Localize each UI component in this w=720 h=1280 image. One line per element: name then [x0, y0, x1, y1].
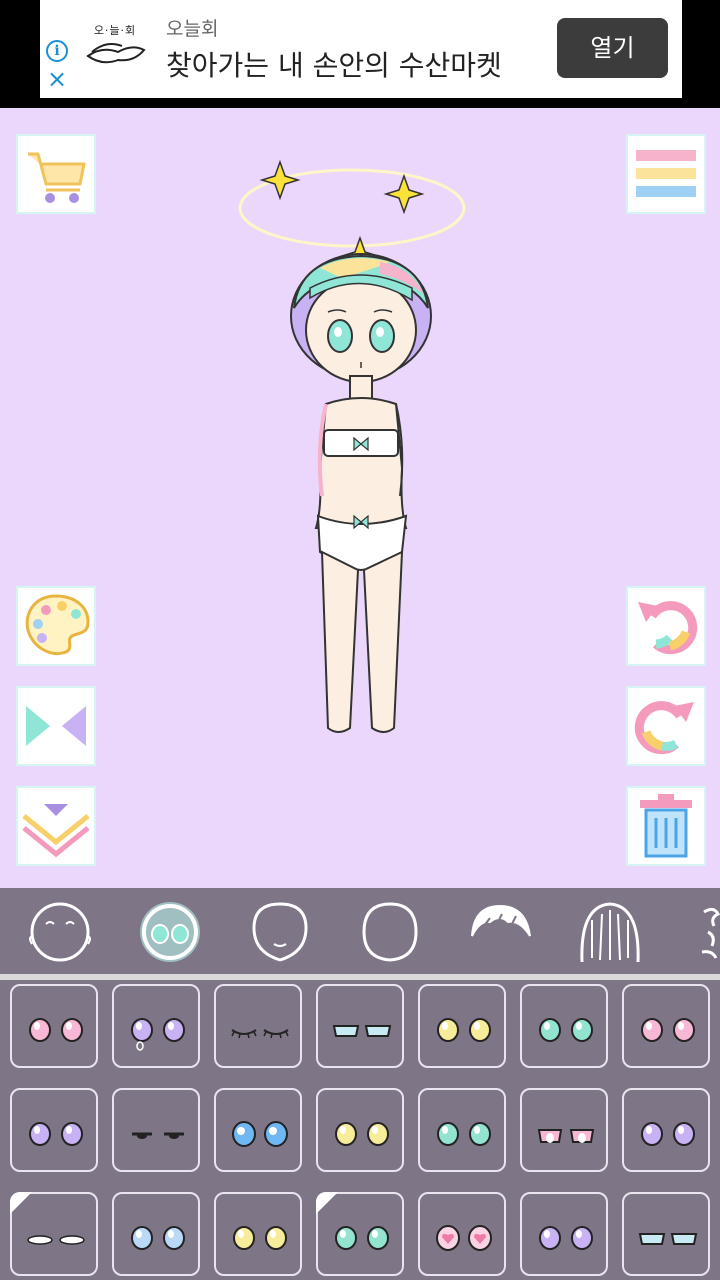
category-bangs[interactable]: [460, 892, 540, 970]
eye-style-icon: [437, 1018, 491, 1042]
eye-item[interactable]: [214, 1192, 302, 1276]
eye-item[interactable]: [112, 984, 200, 1068]
close-icon[interactable]: ×: [46, 67, 68, 91]
ad-banner[interactable]: i × 오·늘·회 오늘회 찾아가는 내 손안의 수산마켓 열기: [40, 0, 682, 98]
eye-item[interactable]: [418, 984, 506, 1068]
eye-item[interactable]: [316, 1192, 404, 1276]
eye-item[interactable]: [520, 1192, 608, 1276]
eye-style-icon: [232, 1121, 288, 1147]
color-palette-button[interactable]: [16, 586, 96, 666]
eye-item[interactable]: [622, 1192, 710, 1276]
eye-item[interactable]: [10, 1192, 98, 1276]
redo-button[interactable]: [626, 686, 706, 766]
eye-style-icon: [231, 1029, 289, 1039]
category-face-shape[interactable]: [240, 892, 320, 970]
eye-item[interactable]: [316, 984, 404, 1068]
eye-style-icon: [27, 1235, 85, 1245]
menu-button[interactable]: [626, 134, 706, 214]
eye-style-icon: [437, 1122, 491, 1146]
eye-item[interactable]: [520, 1088, 608, 1172]
eye-item[interactable]: [622, 984, 710, 1068]
flip-icon: [26, 696, 86, 756]
menu-icon: [636, 150, 696, 197]
app-screen: i × 오·늘·회 오늘회 찾아가는 내 손안의 수산마켓 열기: [0, 0, 720, 1280]
eye-style-icon: [132, 1132, 184, 1139]
redo-icon: [634, 701, 694, 755]
collapse-icon: [22, 804, 90, 858]
eye-style-icon: [29, 1018, 83, 1042]
ad-logo-text: 오·늘·회: [93, 24, 137, 37]
eye-item[interactable]: [418, 1088, 506, 1172]
eye-style-icon: [335, 1122, 389, 1146]
eye-item[interactable]: [214, 984, 302, 1068]
undo-icon: [638, 601, 698, 655]
eye-item[interactable]: [10, 984, 98, 1068]
eye-item[interactable]: [112, 1192, 200, 1276]
category-face-base[interactable]: [20, 892, 100, 970]
ad-open-button[interactable]: 열기: [557, 18, 668, 78]
eye-style-icon: [539, 1226, 593, 1250]
eye-item[interactable]: [418, 1192, 506, 1276]
category-accessory[interactable]: [690, 892, 720, 970]
eye-item[interactable]: [214, 1088, 302, 1172]
eye-style-icon: [641, 1122, 695, 1146]
undo-button[interactable]: [626, 586, 706, 666]
eye-style-icon: [131, 1018, 185, 1051]
shop-button[interactable]: [16, 134, 96, 214]
category-bar: [0, 888, 720, 974]
category-hair[interactable]: [570, 892, 650, 970]
ad-brand: 오늘회: [166, 18, 219, 40]
eye-style-icon: [332, 1025, 392, 1037]
eye-style-icon: [641, 1018, 695, 1042]
character-doll: [238, 159, 466, 733]
item-grid: [0, 980, 720, 1280]
eye-style-icon: [233, 1226, 287, 1250]
eye-style-icon: [131, 1226, 185, 1250]
ad-headline: 찾아가는 내 손안의 수산마켓: [166, 49, 502, 82]
info-icon[interactable]: i: [46, 40, 68, 62]
shopping-cart-icon: [28, 152, 86, 203]
eye-style-icon: [638, 1233, 698, 1245]
eye-item[interactable]: [622, 1088, 710, 1172]
eye-style-icon: [29, 1122, 83, 1146]
trash-icon: [640, 794, 692, 858]
eye-item[interactable]: [520, 984, 608, 1068]
eye-item[interactable]: [316, 1088, 404, 1172]
category-eyes[interactable]: [130, 892, 210, 970]
dressup-stage: [0, 108, 720, 888]
eye-style-icon: [539, 1018, 593, 1042]
eye-style-icon: [335, 1226, 389, 1250]
eye-item[interactable]: [10, 1088, 98, 1172]
category-head-shape[interactable]: [350, 892, 430, 970]
sparkle-icon: [259, 159, 301, 201]
eye-item[interactable]: [112, 1088, 200, 1172]
eye-style-icon: [436, 1225, 492, 1251]
ad-logo: 오·늘·회: [82, 22, 148, 72]
collapse-button[interactable]: [16, 786, 96, 866]
eye-style-icon: [537, 1129, 595, 1143]
delete-button[interactable]: [626, 786, 706, 866]
flip-button[interactable]: [16, 686, 96, 766]
palette-icon: [25, 594, 90, 655]
